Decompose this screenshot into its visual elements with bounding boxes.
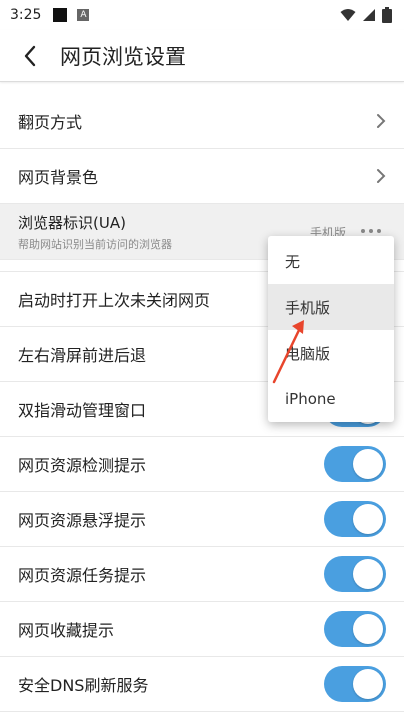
pointer-arrow-icon [272,320,304,384]
row-label: 网页资源悬浮提示 [18,511,147,530]
status-time: 3:25 [10,7,42,23]
row-page-turn[interactable]: 翻页方式 [0,94,404,149]
row-label: 网页背景色 [18,168,99,187]
page-title: 网页浏览设置 [60,44,186,69]
ua-option-none[interactable]: 无 [268,238,394,284]
row-label: 网页资源检测提示 [18,456,147,475]
row-toggle-resource-task: 网页资源任务提示 [0,547,404,602]
row-label: 双指滑动管理窗口 [18,401,147,420]
row-toggle-dns: 安全DNS刷新服务 [0,657,404,712]
toggle-switch[interactable] [324,501,386,537]
row-label: 浏览器标识(UA) [18,213,126,232]
toggle-knob [353,614,383,644]
a-badge-icon: A [77,9,90,21]
row-label: 网页收藏提示 [18,621,115,640]
row-toggle-resource-detect: 网页资源检测提示 [0,437,404,492]
wifi-icon [340,9,356,21]
toggle-knob [353,449,383,479]
toggle-knob [353,559,383,589]
row-subtitle: 帮助网站识别当前访问的浏览器 [18,237,172,251]
row-label: 启动时打开上次未关闭网页 [18,291,211,310]
signal-icon [363,9,375,21]
toggle-switch[interactable] [324,446,386,482]
toggle-switch[interactable] [324,611,386,647]
row-label: 网页资源任务提示 [18,566,147,585]
chevron-right-icon [377,114,386,128]
row-label: 左右滑屏前进后退 [18,346,147,365]
app-bar: 网页浏览设置 [0,30,404,82]
chevron-right-icon [377,169,386,183]
toggle-switch[interactable] [324,666,386,702]
status-bar: 3:25 A [0,0,404,30]
back-arrow-icon [24,45,36,66]
notification-icon [53,8,68,22]
back-button[interactable] [0,30,60,82]
row-label: 安全DNS刷新服务 [18,676,149,695]
row-label: 翻页方式 [18,113,83,132]
row-bg-color[interactable]: 网页背景色 [0,149,404,204]
toggle-switch[interactable] [324,556,386,592]
battery-icon [382,7,392,23]
toggle-knob [353,669,383,699]
toggle-knob [353,504,383,534]
row-toggle-bookmark: 网页收藏提示 [0,602,404,657]
more-dots-icon[interactable] [360,228,382,234]
row-toggle-resource-float: 网页资源悬浮提示 [0,492,404,547]
